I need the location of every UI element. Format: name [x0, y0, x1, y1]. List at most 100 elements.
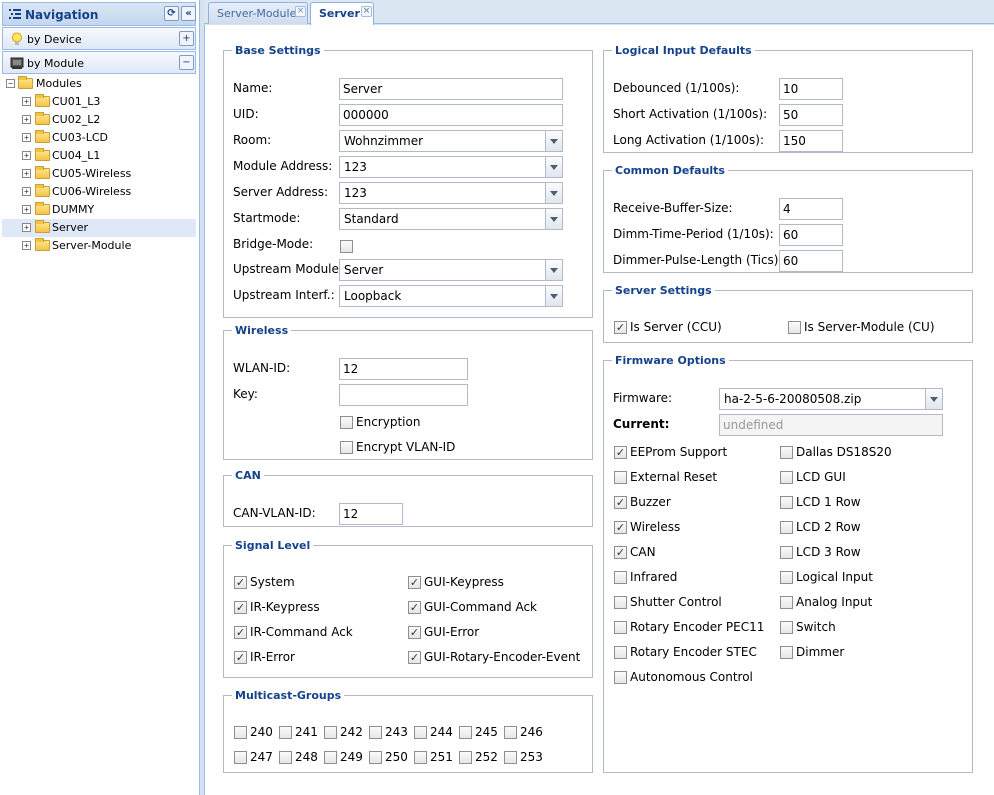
key-field[interactable]	[339, 384, 468, 406]
short-activation-field[interactable]: 50	[779, 104, 843, 126]
lcd-2-row-checkbox[interactable]	[780, 521, 793, 534]
expand-node-icon[interactable]: +	[22, 205, 31, 214]
chevron-down-icon[interactable]	[545, 286, 562, 306]
chevron-down-icon[interactable]	[545, 157, 562, 177]
dimmer-checkbox[interactable]	[780, 646, 793, 659]
analog-input-checkbox[interactable]	[780, 596, 793, 609]
gui-error-checkbox[interactable]: ✓	[408, 626, 421, 639]
expand-node-icon[interactable]: +	[22, 151, 31, 160]
receive-buffer-size-field[interactable]: 4	[779, 198, 843, 220]
tree-item[interactable]: + CU03-LCD	[2, 129, 196, 147]
bridge-mode-checkbox[interactable]	[340, 240, 353, 253]
chevron-down-icon[interactable]	[545, 131, 562, 151]
rotary-encoder-pec11-checkbox[interactable]	[614, 621, 627, 634]
startmode-select[interactable]: Standard	[339, 208, 563, 230]
tree-item[interactable]: + CU04_L1	[2, 147, 196, 165]
shutter-control-checkbox[interactable]	[614, 596, 627, 609]
tree-item[interactable]: + Server-Module	[2, 237, 196, 255]
infrared-checkbox[interactable]	[614, 571, 627, 584]
logical-input-checkbox[interactable]	[780, 571, 793, 584]
collapse-node-icon[interactable]: −	[6, 79, 15, 88]
expand-icon[interactable]: +	[179, 31, 194, 46]
section-by-module[interactable]: by Module −	[2, 51, 196, 74]
external-reset-checkbox[interactable]	[614, 471, 627, 484]
close-icon[interactable]: ×	[361, 6, 372, 17]
long-activation-field[interactable]: 150	[779, 130, 843, 152]
encrypt-vlan-checkbox[interactable]	[340, 441, 353, 454]
server-address-select[interactable]: 123	[339, 182, 563, 204]
expand-node-icon[interactable]: +	[22, 133, 31, 142]
upstream-module-select[interactable]: Server	[339, 259, 563, 281]
ir-keypress-checkbox[interactable]: ✓	[234, 601, 247, 614]
expand-node-icon[interactable]: +	[22, 169, 31, 178]
multicast-248-checkbox[interactable]	[279, 751, 292, 764]
tree-item[interactable]: + CU02_L2	[2, 111, 196, 129]
chevron-down-icon[interactable]	[545, 260, 562, 280]
chevron-down-icon[interactable]	[925, 389, 942, 409]
gui-command-ack-checkbox[interactable]: ✓	[408, 601, 421, 614]
close-icon[interactable]: ×	[295, 6, 306, 17]
lcd-gui-checkbox[interactable]	[780, 471, 793, 484]
dallas-ds18s20-checkbox[interactable]	[780, 446, 793, 459]
gui-rotary-encoder-event-checkbox[interactable]: ✓	[408, 651, 421, 664]
chevron-down-icon[interactable]	[545, 183, 562, 203]
autonomous-control-checkbox[interactable]	[614, 671, 627, 684]
debounced-field[interactable]: 10	[779, 78, 843, 100]
dimm-time-period-field[interactable]: 60	[779, 224, 843, 246]
multicast-247-checkbox[interactable]	[234, 751, 247, 764]
multicast-246-checkbox[interactable]	[504, 726, 517, 739]
tab-server-module[interactable]: Server-Module ×	[208, 2, 308, 24]
is-server-module-checkbox[interactable]	[788, 321, 801, 334]
tree-root[interactable]: − Modules	[2, 75, 196, 93]
room-select[interactable]: Wohnzimmer	[339, 130, 563, 152]
multicast-252-checkbox[interactable]	[459, 751, 472, 764]
double-chevron-left-icon[interactable]: «	[181, 6, 196, 21]
tree-item[interactable]: + CU01_L3	[2, 93, 196, 111]
expand-node-icon[interactable]: +	[22, 97, 31, 106]
multicast-250-checkbox[interactable]	[369, 751, 382, 764]
tab-server[interactable]: Server ×	[310, 2, 374, 25]
multicast-249-checkbox[interactable]	[324, 751, 337, 764]
lcd-1-row-checkbox[interactable]	[780, 496, 793, 509]
tree-item[interactable]: + DUMMY	[2, 201, 196, 219]
rotary-encoder-stec-checkbox[interactable]	[614, 646, 627, 659]
gui-keypress-checkbox[interactable]: ✓	[408, 576, 421, 589]
multicast-241-checkbox[interactable]	[279, 726, 292, 739]
wireless-checkbox[interactable]: ✓	[614, 521, 627, 534]
multicast-240-checkbox[interactable]	[234, 726, 247, 739]
tree-item[interactable]: + CU06-Wireless	[2, 183, 196, 201]
tree-item[interactable]: + CU05-Wireless	[2, 165, 196, 183]
expand-node-icon[interactable]: +	[22, 223, 31, 232]
multicast-245-checkbox[interactable]	[459, 726, 472, 739]
dimmer-pulse-length-field[interactable]: 60	[779, 250, 843, 272]
is-server-checkbox[interactable]: ✓	[614, 321, 627, 334]
ir-error-checkbox[interactable]: ✓	[234, 651, 247, 664]
buzzer-checkbox[interactable]: ✓	[614, 496, 627, 509]
multicast-251-checkbox[interactable]	[414, 751, 427, 764]
refresh-icon[interactable]: ⟳	[164, 6, 179, 21]
uid-field[interactable]: 000000	[339, 104, 563, 126]
system-checkbox[interactable]: ✓	[234, 576, 247, 589]
encryption-checkbox[interactable]	[340, 416, 353, 429]
can-vlan-field[interactable]: 12	[339, 503, 403, 525]
firmware-select[interactable]: ha-2-5-6-20080508.zip	[719, 388, 943, 410]
name-field[interactable]: Server	[339, 78, 563, 100]
section-by-device[interactable]: by Device +	[2, 27, 196, 50]
lcd-3-row-checkbox[interactable]	[780, 546, 793, 559]
ir-command-ack-checkbox[interactable]: ✓	[234, 626, 247, 639]
switch-checkbox[interactable]	[780, 621, 793, 634]
tree-item-selected[interactable]: + Server	[2, 219, 196, 237]
expand-node-icon[interactable]: +	[22, 187, 31, 196]
module-address-select[interactable]: 123	[339, 156, 563, 178]
multicast-244-checkbox[interactable]	[414, 726, 427, 739]
chevron-down-icon[interactable]	[545, 209, 562, 229]
collapse-icon[interactable]: −	[179, 55, 194, 70]
wlan-id-field[interactable]: 12	[339, 358, 468, 380]
eeprom-support-checkbox[interactable]: ✓	[614, 446, 627, 459]
expand-node-icon[interactable]: +	[22, 115, 31, 124]
multicast-242-checkbox[interactable]	[324, 726, 337, 739]
upstream-interface-select[interactable]: Loopback	[339, 285, 563, 307]
expand-node-icon[interactable]: +	[22, 241, 31, 250]
multicast-243-checkbox[interactable]	[369, 726, 382, 739]
multicast-253-checkbox[interactable]	[504, 751, 517, 764]
